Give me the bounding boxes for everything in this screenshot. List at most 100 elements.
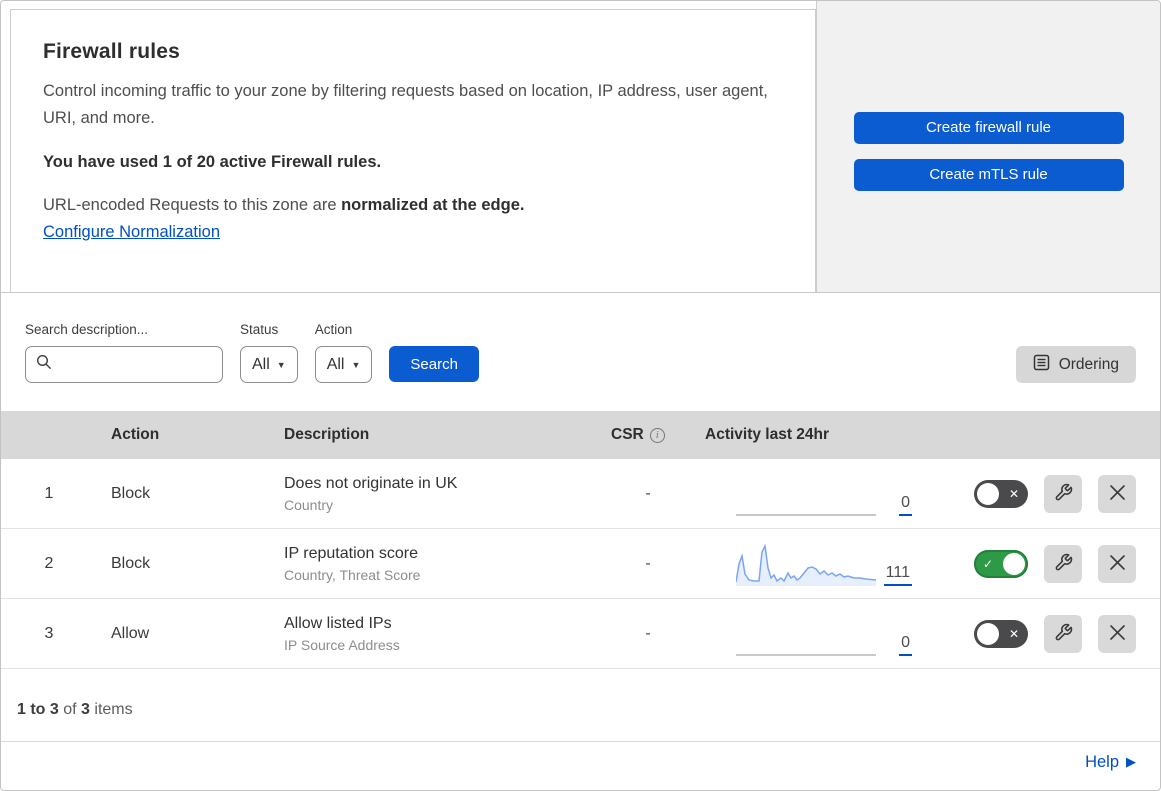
pagination-summary: 1 to 3 of 3 items	[1, 669, 1160, 741]
activity-sparkline	[736, 542, 876, 586]
edit-rule-button[interactable]	[1044, 544, 1082, 583]
delete-rule-button[interactable]	[1098, 474, 1136, 513]
rule-activity-cell: 0	[705, 612, 926, 656]
header-action: Action	[111, 426, 160, 443]
wrench-icon	[1054, 483, 1073, 505]
chevron-down-icon: ▼	[351, 359, 361, 370]
toggle-knob	[977, 622, 999, 645]
rule-priority: 1	[44, 484, 54, 502]
status-select[interactable]: All ▼	[240, 346, 298, 383]
rule-description: Allow listed IPs	[284, 614, 392, 632]
rule-controls: ✕	[926, 474, 1160, 513]
delete-rule-button[interactable]	[1098, 544, 1136, 583]
close-icon	[1109, 554, 1126, 574]
search-box[interactable]	[25, 346, 223, 383]
rule-fields: Country	[284, 496, 334, 513]
rule-enabled-toggle[interactable]: ✕	[974, 619, 1028, 648]
actions-panel: Create firewall rule Create mTLS rule	[816, 1, 1160, 292]
toggle-on-check-icon: ✓	[983, 556, 994, 571]
toggle-off-x-icon: ✕	[1008, 626, 1019, 641]
toggle-knob	[977, 482, 999, 505]
action-field: Action All ▼	[314, 322, 373, 383]
rule-csr: -	[645, 624, 651, 642]
activity-sparkline-empty	[736, 472, 876, 516]
search-input[interactable]	[60, 356, 212, 373]
create-firewall-rule-button[interactable]: Create firewall rule	[853, 112, 1124, 144]
normalization-note: URL-encoded Requests to this zone are no…	[43, 196, 775, 215]
close-icon	[1109, 484, 1126, 504]
status-field: Status All ▼	[240, 322, 298, 383]
header-csr: CSR i	[591, 426, 705, 444]
help-link-label: Help	[1085, 752, 1119, 771]
status-select-value: All	[252, 355, 270, 373]
edit-rule-button[interactable]	[1044, 614, 1082, 653]
activity-count-link[interactable]: 0	[899, 634, 912, 656]
rule-description-cell: Does not originate in UK Country	[271, 475, 591, 513]
toggle-knob	[1003, 552, 1025, 575]
rule-fields: IP Source Address	[284, 636, 400, 653]
ordering-button[interactable]: Ordering	[1015, 346, 1136, 383]
header-activity: Activity last 24hr	[705, 426, 830, 443]
action-select[interactable]: All ▼	[314, 346, 373, 383]
search-button[interactable]: Search	[389, 346, 479, 382]
filter-toolbar: Search description... Status All ▼ Actio…	[1, 293, 1160, 411]
pagination-range: 1 to 3	[17, 701, 59, 718]
rule-priority: 2	[44, 554, 54, 572]
search-field-label: Search description...	[25, 322, 149, 337]
header-description: Description	[284, 426, 370, 443]
info-icon[interactable]: i	[649, 427, 665, 443]
rule-action: Allow	[111, 624, 150, 642]
rule-enabled-toggle[interactable]: ✕	[974, 479, 1028, 508]
firewall-rules-page: Firewall rules Control incoming traffic …	[0, 0, 1161, 791]
header-csr-label: CSR	[611, 426, 644, 443]
rule-description: Does not originate in UK	[284, 474, 458, 492]
table-row: 2 Block IP reputation score Country, Thr…	[1, 529, 1160, 599]
chevron-down-icon: ▼	[276, 359, 286, 370]
rule-priority: 3	[44, 624, 54, 642]
status-field-label: Status	[240, 322, 279, 337]
action-field-label: Action	[314, 322, 353, 337]
table-header: Action Description CSR i Activity last 2…	[1, 411, 1160, 459]
rule-description: IP reputation score	[284, 544, 419, 562]
top-section: Firewall rules Control incoming traffic …	[1, 1, 1160, 293]
normalization-bold: normalized at the edge.	[341, 196, 525, 215]
activity-count-link[interactable]: 0	[899, 494, 912, 516]
wrench-icon	[1054, 623, 1073, 645]
rule-description-cell: Allow listed IPs IP Source Address	[271, 615, 591, 653]
activity-count-link[interactable]: 111	[883, 564, 912, 586]
rule-fields: Country, Threat Score	[284, 566, 421, 583]
configure-normalization-link[interactable]: Configure Normalization	[43, 223, 220, 242]
rule-activity-cell: 0	[705, 472, 926, 516]
rule-action: Block	[111, 484, 151, 502]
ordering-list-icon	[1033, 354, 1050, 376]
normalization-text: URL-encoded Requests to this zone are	[43, 196, 342, 215]
intro-card: Firewall rules Control incoming traffic …	[10, 9, 816, 292]
delete-rule-button[interactable]	[1098, 614, 1136, 653]
pagination-items: items	[89, 701, 133, 718]
rule-csr: -	[645, 484, 651, 502]
table-row: 3 Allow Allow listed IPs IP Source Addre…	[1, 599, 1160, 669]
search-icon	[36, 354, 52, 375]
page-description: Control incoming traffic to your zone by…	[43, 82, 768, 127]
rule-description-cell: IP reputation score Country, Threat Scor…	[271, 545, 591, 583]
create-mtls-rule-button[interactable]: Create mTLS rule	[853, 159, 1124, 191]
rule-csr: -	[645, 554, 651, 572]
usage-summary: You have used 1 of 20 active Firewall ru…	[43, 153, 382, 172]
edit-rule-button[interactable]	[1044, 474, 1082, 513]
search-field: Search description...	[25, 322, 223, 383]
pagination-total: 3	[81, 701, 90, 718]
rule-action: Block	[111, 554, 151, 572]
rule-controls: ✓	[926, 544, 1160, 583]
activity-sparkline-empty	[736, 612, 876, 656]
arrow-right-icon: ▶	[1126, 754, 1136, 769]
toggle-off-x-icon: ✕	[1008, 486, 1019, 501]
rule-controls: ✕	[926, 614, 1160, 653]
help-bar: Help ▶	[1, 741, 1160, 790]
action-select-value: All	[326, 355, 345, 373]
page-title: Firewall rules	[43, 40, 181, 63]
help-link[interactable]: Help ▶	[1085, 753, 1136, 772]
rule-activity-cell: 111	[705, 542, 926, 586]
rule-enabled-toggle[interactable]: ✓	[974, 549, 1028, 578]
pagination-of: of	[58, 701, 82, 718]
close-icon	[1109, 624, 1126, 644]
